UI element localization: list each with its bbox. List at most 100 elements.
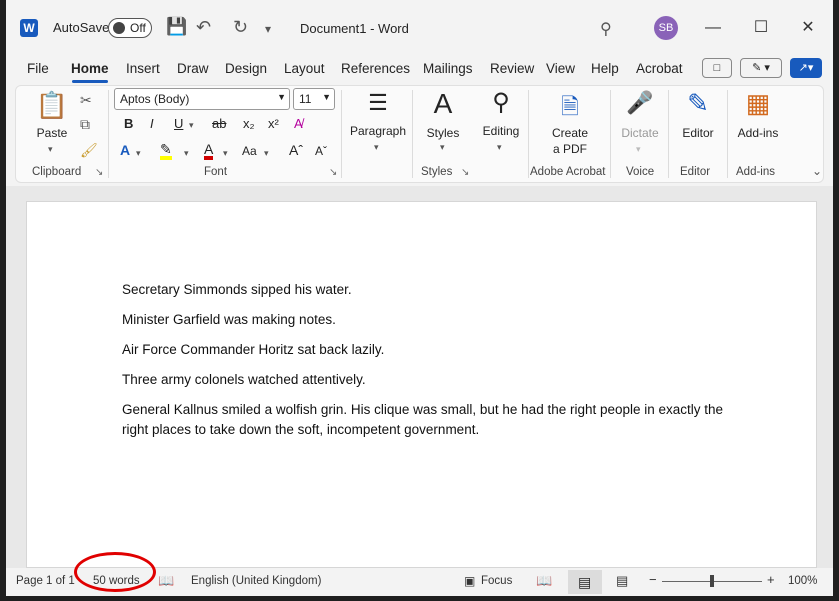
tab-insert[interactable]: Insert xyxy=(126,61,160,76)
tab-file[interactable]: File xyxy=(27,61,49,76)
avatar[interactable]: SB xyxy=(654,16,678,40)
autosave-toggle[interactable]: Off xyxy=(108,18,152,38)
collapse-ribbon-icon[interactable]: ⌄ xyxy=(812,164,822,178)
styles-group-label: Styles xyxy=(421,166,453,178)
format-painter-icon[interactable]: 🖌 xyxy=(80,142,98,159)
focus-mode-button[interactable]: Focus xyxy=(481,575,512,587)
tab-home[interactable]: Home xyxy=(71,61,109,76)
cut-icon[interactable]: ✂ xyxy=(80,92,92,109)
zoom-slider-thumb[interactable] xyxy=(710,575,714,587)
tab-design[interactable]: Design xyxy=(225,61,267,76)
font-name-select[interactable]: Aptos (Body) ▼ xyxy=(114,88,290,110)
text-effects-icon[interactable]: A xyxy=(120,142,130,158)
undo-icon[interactable]: ↶ xyxy=(196,17,211,38)
zoom-out-icon[interactable]: − xyxy=(649,572,657,587)
zoom-in-icon[interactable]: + xyxy=(767,572,775,587)
font-size-select[interactable]: 11 ▼ xyxy=(293,88,335,110)
add-ins-label[interactable]: Add-ins xyxy=(732,126,784,140)
paste-chevron-icon[interactable]: ▾ xyxy=(48,144,53,155)
font-launcher-icon[interactable]: ↘ xyxy=(329,167,337,178)
shrink-font-icon[interactable]: Aˇ xyxy=(315,144,327,158)
read-mode-icon[interactable]: 📖 xyxy=(536,573,552,589)
tab-layout[interactable]: Layout xyxy=(284,61,325,76)
subscript-icon[interactable]: x₂ xyxy=(243,116,255,131)
customize-toolbar-icon[interactable]: ▾ xyxy=(265,22,271,36)
tab-references[interactable]: References xyxy=(341,61,410,76)
tab-mailings[interactable]: Mailings xyxy=(423,61,473,76)
superscript-icon[interactable]: x² xyxy=(268,116,279,131)
maximize-button[interactable]: ☐ xyxy=(746,14,776,42)
editing-label[interactable]: Editing xyxy=(474,124,528,138)
editing-search-icon[interactable]: ⚲ xyxy=(481,88,521,117)
italic-icon[interactable]: I xyxy=(150,116,154,131)
font-color-chevron-icon[interactable]: ▾ xyxy=(223,148,228,159)
styles-icon[interactable]: A xyxy=(423,88,463,120)
minimize-button[interactable]: — xyxy=(698,14,728,42)
tab-view[interactable]: View xyxy=(546,61,575,76)
clipboard-group-label: Clipboard xyxy=(32,166,82,178)
grow-font-icon[interactable]: Aˆ xyxy=(289,142,303,158)
page-count[interactable]: Page 1 of 1 xyxy=(16,575,75,587)
clipboard-launcher-icon[interactable]: ↘ xyxy=(95,167,103,178)
autosave-label: AutoSave xyxy=(53,20,110,35)
paragraph-icon[interactable]: ☰ xyxy=(358,90,398,116)
web-layout-icon[interactable]: ▤ xyxy=(616,573,628,589)
microphone-icon[interactable]: 🎤 xyxy=(620,90,660,116)
text-effects-chevron-icon[interactable]: ▾ xyxy=(136,148,141,159)
tab-draw[interactable]: Draw xyxy=(177,61,209,76)
editor-label[interactable]: Editor xyxy=(672,126,724,140)
zoom-level[interactable]: 100% xyxy=(788,575,817,587)
comments-button[interactable]: □ xyxy=(702,58,732,78)
editing-chevron-icon[interactable]: ▾ xyxy=(497,142,502,153)
paste-icon[interactable]: 📋 xyxy=(32,90,72,121)
highlight-chevron-icon[interactable]: ▾ xyxy=(184,148,189,159)
editor-icon[interactable]: ✎ xyxy=(678,88,718,119)
print-layout-icon[interactable]: ▤ xyxy=(578,574,591,591)
underline-icon[interactable]: U xyxy=(174,116,183,131)
dictate-label[interactable]: Dictate xyxy=(612,126,668,140)
strikethrough-icon[interactable]: ab xyxy=(212,116,226,131)
close-button[interactable]: ✕ xyxy=(793,14,823,42)
redo-icon[interactable]: ↻ xyxy=(233,17,248,38)
divider xyxy=(412,90,413,178)
create-pdf-label-2[interactable]: a PDF xyxy=(540,142,600,156)
copy-icon[interactable]: ⧉ xyxy=(80,116,90,133)
clear-formatting-icon[interactable]: A̸ xyxy=(294,116,303,131)
focus-icon: ▣ xyxy=(464,574,476,588)
paste-label[interactable]: Paste xyxy=(32,126,72,140)
document-page[interactable]: Secretary Simmonds sipped his water. Min… xyxy=(26,201,817,568)
proofing-book-icon[interactable]: 📖 xyxy=(158,573,174,589)
paragraph-chevron-icon[interactable]: ▾ xyxy=(374,142,379,153)
font-color-icon[interactable]: A xyxy=(204,142,214,160)
create-pdf-icon[interactable]: 🗎 xyxy=(550,90,590,128)
tab-review[interactable]: Review xyxy=(490,61,534,76)
styles-chevron-icon[interactable]: ▾ xyxy=(440,142,445,153)
add-ins-icon[interactable]: ▦ xyxy=(738,88,778,119)
change-case-chevron-icon[interactable]: ▾ xyxy=(264,148,269,159)
editing-mode-button[interactable]: ✎ ▾ xyxy=(740,58,782,78)
document-paragraph[interactable]: Three army colonels watched attentively. xyxy=(122,370,732,390)
change-case-icon[interactable]: Aa xyxy=(242,144,257,158)
document-paragraph[interactable]: General Kallnus smiled a wolfish grin. H… xyxy=(122,400,732,440)
save-icon[interactable]: 💾 xyxy=(166,17,187,37)
underline-chevron-icon[interactable]: ▾ xyxy=(189,120,194,131)
font-group-label: Font xyxy=(204,166,228,178)
tab-help[interactable]: Help xyxy=(591,61,619,76)
document-paragraph[interactable]: Air Force Commander Horitz sat back lazi… xyxy=(122,340,732,360)
share-button[interactable]: ↗▾ xyxy=(790,58,822,78)
styles-label[interactable]: Styles xyxy=(418,126,468,140)
highlight-icon[interactable]: ✎ xyxy=(160,142,172,160)
document-area: Secretary Simmonds sipped his water. Min… xyxy=(6,186,833,568)
dictate-chevron-icon[interactable]: ▾ xyxy=(636,144,641,155)
styles-launcher-icon[interactable]: ↘ xyxy=(461,167,469,178)
document-paragraph[interactable]: Secretary Simmonds sipped his water. xyxy=(122,280,732,300)
tab-acrobat[interactable]: Acrobat xyxy=(636,61,683,76)
create-pdf-label-1[interactable]: Create xyxy=(540,126,600,140)
paragraph-label[interactable]: Paragraph xyxy=(348,124,408,138)
add-ins-group-label: Add-ins xyxy=(736,166,775,178)
search-icon[interactable]: ⚲ xyxy=(600,19,612,39)
bold-icon[interactable]: B xyxy=(124,116,133,131)
document-paragraph[interactable]: Minister Garfield was making notes. xyxy=(122,310,732,330)
word-window: W AutoSave Off 💾 ↶ ↻ ▾ Document1 - Word … xyxy=(6,0,833,596)
language-status[interactable]: English (United Kingdom) xyxy=(191,575,321,587)
